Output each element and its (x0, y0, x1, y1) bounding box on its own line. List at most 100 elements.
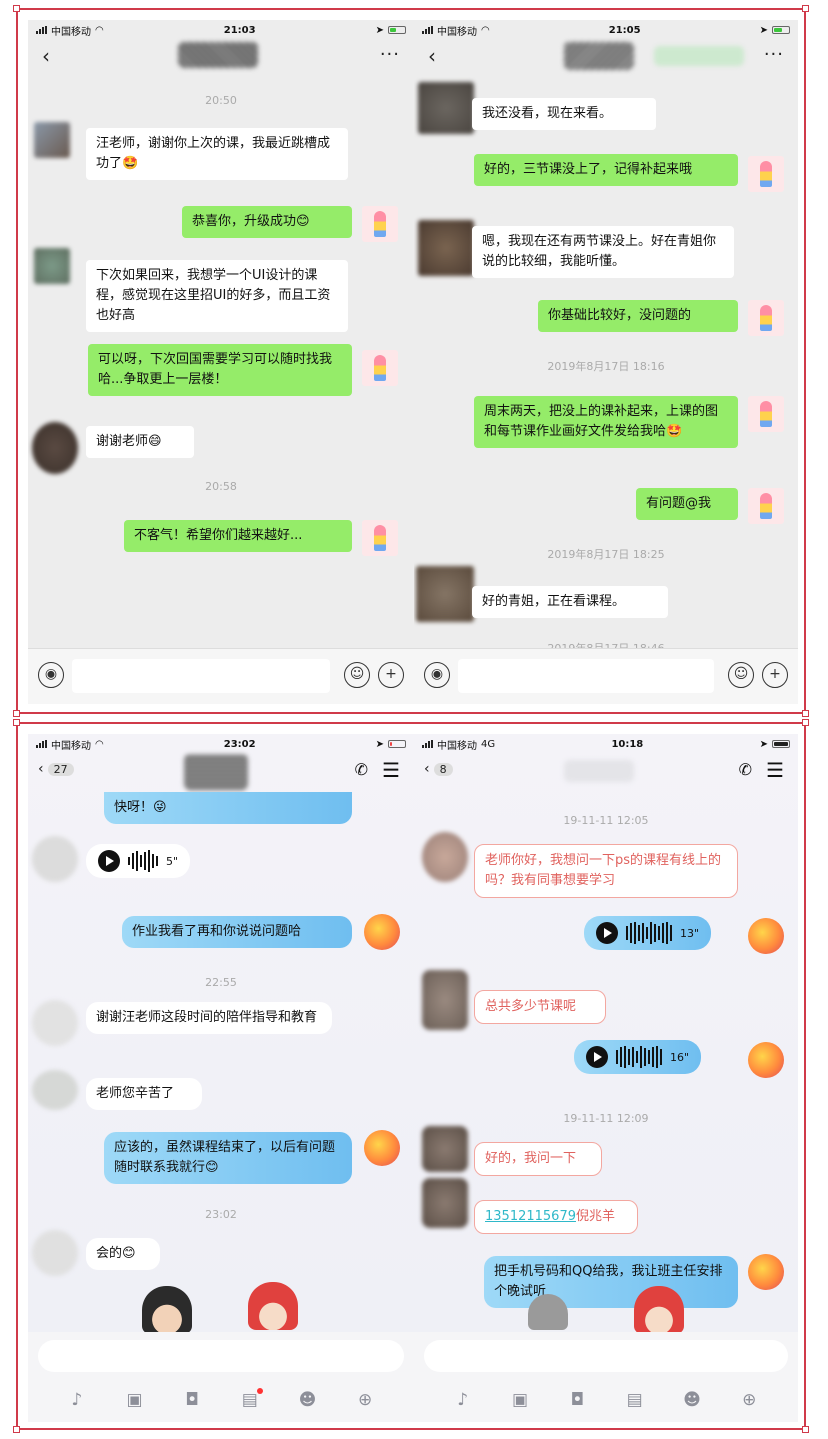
message-bubble[interactable]: 可以呀，下次回国需要学习可以随时找我哈...争取更上一层楼！ (88, 344, 352, 396)
avatar[interactable] (32, 422, 78, 474)
avatar[interactable] (32, 836, 78, 882)
waveform-icon (616, 1046, 662, 1068)
message-bubble[interactable]: 下次如果回来，我想学一个UI设计的课程，感觉现在这里招UI的好多，而且工资也好高 (86, 260, 348, 332)
plus-icon[interactable]: + (762, 662, 788, 688)
message-bubble[interactable]: 我还没看，现在来看。 (472, 98, 656, 130)
message-bubble[interactable]: 周末两天，把没上的课补起来，上课的图和每节课作业画好文件发给我哈🤩 (474, 396, 738, 448)
image-icon[interactable]: ▣ (123, 1390, 145, 1410)
back-icon[interactable]: ‹ (428, 46, 436, 66)
message-bubble[interactable]: 恭喜你，升级成功😊 (182, 206, 352, 238)
emoji-icon[interactable]: ☻ (296, 1390, 318, 1410)
phone-icon[interactable]: ✆ (355, 760, 368, 779)
message-bubble[interactable]: 好的，三节课没上了，记得补起来哦 (474, 154, 738, 186)
plus-icon[interactable]: ⊕ (738, 1390, 760, 1410)
message-bubble[interactable]: 应该的，虽然课程结束了，以后有问题随时联系我就行😊 (104, 1132, 352, 1184)
message-bubble[interactable]: 嗯，我现在还有两节课没上。好在青姐你说的比较细，我能听懂。 (472, 226, 734, 278)
avatar[interactable] (32, 1000, 78, 1046)
avatar[interactable] (418, 82, 474, 134)
chat-header: ‹ 8 ✆ ☰ (414, 754, 798, 790)
message-bubble[interactable]: 有问题@我 (636, 488, 738, 520)
message-bubble[interactable]: 总共多少节课呢 (474, 990, 606, 1024)
emoji-icon[interactable]: ☻ (681, 1390, 703, 1410)
message-input[interactable] (72, 659, 330, 693)
redpacket-icon[interactable]: ▤ (624, 1390, 646, 1410)
back-button[interactable]: ‹ 8 (424, 761, 453, 777)
image-icon[interactable]: ▣ (509, 1390, 531, 1410)
camera-icon[interactable]: ◘ (566, 1390, 588, 1410)
avatar[interactable] (32, 1230, 78, 1276)
avatar[interactable] (748, 918, 784, 954)
voice-icon[interactable]: ◉ (38, 662, 64, 688)
mic-icon[interactable]: ♪ (452, 1390, 474, 1410)
frame-corner (13, 1426, 20, 1433)
avatar[interactable] (362, 350, 398, 386)
message-bubble[interactable]: 老师您辛苦了 (86, 1078, 202, 1110)
message-bubble[interactable]: 好的，我问一下 (474, 1142, 602, 1176)
voice-message[interactable]: 16" (574, 1040, 702, 1074)
mic-icon[interactable]: ♪ (66, 1390, 88, 1410)
chat-header: ‹ ··· (414, 40, 798, 72)
avatar[interactable] (364, 914, 400, 950)
message-bubble[interactable]: 快呀！😜 (104, 792, 352, 824)
message-bubble[interactable]: 老师你好，我想问一下ps的课程有线上的吗？我有同事想要学习 (474, 844, 738, 898)
back-button[interactable]: ‹ 27 (38, 761, 74, 777)
message-bubble[interactable]: 会的😊 (86, 1238, 160, 1270)
menu-icon[interactable]: ☰ (382, 758, 400, 782)
emoji-icon[interactable]: ☺ (344, 662, 370, 688)
avatar[interactable] (748, 300, 784, 336)
wechat-chat-right: 中国移动 ◠ 21:05 ➤ ‹ ··· 我还没看，现在来看。 好的，三节课没上了… (414, 20, 798, 704)
play-icon (586, 1046, 608, 1068)
voice-message[interactable]: 5" (86, 844, 191, 878)
plus-icon[interactable]: ⊕ (354, 1390, 376, 1410)
frame-corner (13, 719, 20, 726)
avatar[interactable] (748, 1042, 784, 1078)
phone-number-link[interactable]: 13512115679 (485, 1209, 576, 1224)
avatar[interactable] (34, 248, 70, 284)
message-bubble[interactable]: 谢谢汪老师这段时间的陪伴指导和教育 (86, 1002, 332, 1034)
avatar[interactable] (748, 396, 784, 432)
emoji-icon[interactable]: ☺ (728, 662, 754, 688)
avatar[interactable] (364, 1130, 400, 1166)
avatar[interactable] (748, 156, 784, 192)
avatar[interactable] (416, 566, 474, 622)
message-bubble[interactable]: 把手机号码和QQ给我，我让班主任安排个晚试听 (484, 1256, 738, 1308)
more-options-icon[interactable]: ··· (380, 44, 400, 65)
avatar[interactable] (362, 520, 398, 556)
signal-icon (36, 740, 47, 748)
back-icon[interactable]: ‹ (42, 46, 50, 66)
avatar[interactable] (362, 206, 398, 242)
more-options-icon[interactable]: ··· (764, 44, 784, 65)
frame-corner (802, 719, 809, 726)
message-bubble[interactable]: 作业我看了再和你说说问题哈 (122, 916, 352, 948)
wifi-icon: ◠ (95, 738, 104, 750)
message-bubble[interactable]: 汪老师，谢谢你上次的课，我最近跳槽成功了🤩 (86, 128, 348, 180)
message-bubble[interactable]: 你基础比较好，没问题的 (538, 300, 738, 332)
avatar[interactable] (422, 1126, 468, 1172)
voice-icon[interactable]: ◉ (424, 662, 450, 688)
phone-icon[interactable]: ✆ (739, 760, 752, 779)
avatar[interactable] (34, 122, 70, 158)
plus-icon[interactable]: + (378, 662, 404, 688)
message-bubble[interactable]: 好的青姐，正在看课程。 (472, 586, 668, 618)
timestamp: 2019年8月17日 18:25 (547, 548, 665, 561)
avatar[interactable] (422, 970, 468, 1030)
message-bubble[interactable]: 不客气！希望你们越来越好... (124, 520, 352, 552)
chat-header: ‹ ··· (28, 40, 414, 72)
avatar[interactable] (422, 1178, 468, 1228)
avatar[interactable] (418, 220, 474, 276)
timestamp: 2019年8月17日 18:16 (547, 360, 665, 373)
message-input[interactable] (424, 1340, 788, 1372)
menu-icon[interactable]: ☰ (766, 758, 784, 782)
message-bubble[interactable]: 13512115679倪兆羊 (474, 1200, 638, 1234)
avatar[interactable] (748, 1254, 784, 1290)
camera-icon[interactable]: ◘ (181, 1390, 203, 1410)
voice-message[interactable]: 13" (584, 916, 712, 950)
message-bubble[interactable]: 谢谢老师😄 (86, 426, 194, 458)
avatar[interactable] (32, 1070, 78, 1110)
message-input[interactable] (458, 659, 714, 693)
redpacket-icon[interactable]: ▤ (239, 1388, 263, 1410)
avatar[interactable] (748, 488, 784, 524)
clock: 21:03 (223, 24, 256, 36)
message-input[interactable] (38, 1340, 404, 1372)
avatar[interactable] (422, 832, 468, 882)
